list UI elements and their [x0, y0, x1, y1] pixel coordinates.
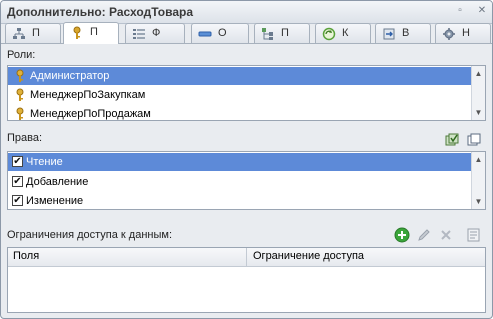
tab-strip: П П Ф О П К В Н	[5, 22, 492, 45]
restrictions-label: Ограничения доступа к данным:	[7, 229, 173, 241]
form-icon	[133, 29, 145, 39]
list-item[interactable]: ✔ Чтение	[8, 153, 472, 171]
window-title: Дополнительно: РасходТовара	[7, 5, 194, 19]
rights-label: Права:	[7, 132, 43, 144]
close-icon[interactable]: ✕	[475, 4, 489, 18]
checkbox[interactable]: ✔	[12, 195, 23, 206]
tab-rights[interactable]: П	[63, 22, 119, 44]
import-icon	[383, 28, 395, 40]
roles-label: Роли:	[7, 49, 36, 61]
role-name: Администратор	[30, 70, 110, 82]
edit-pencil-icon[interactable]	[416, 227, 432, 243]
tab-settings[interactable]: Н	[435, 23, 491, 43]
tab-input-by-string[interactable]: В	[375, 23, 431, 43]
constructor-icon[interactable]	[466, 227, 482, 243]
list-item[interactable]: МенеджерПоЗакупкам	[8, 86, 472, 104]
delete-icon[interactable]	[438, 227, 454, 243]
right-name: Изменение	[26, 195, 84, 207]
tab-label: П	[32, 27, 40, 39]
list-item[interactable]: ✔ Добавление	[8, 173, 472, 191]
tab-tree[interactable]: П	[254, 23, 310, 43]
column-header-fields[interactable]: Поля	[13, 250, 39, 262]
roles-scrollbar[interactable]: ▲ ▼	[471, 66, 485, 120]
list-item[interactable]: ✔ Изменение	[8, 192, 472, 209]
uncheck-all-icon[interactable]	[467, 131, 483, 147]
key-icon	[16, 69, 24, 82]
scroll-down-arrow-icon[interactable]: ▼	[474, 108, 483, 117]
scroll-down-arrow-icon[interactable]: ▼	[474, 197, 483, 206]
tab-subsystems[interactable]: П	[5, 23, 61, 43]
table-header: Поля Ограничение доступа	[8, 248, 485, 267]
tab-label: К	[342, 27, 349, 39]
column-header-restriction[interactable]: Ограничение доступа	[253, 250, 364, 262]
scroll-up-arrow-icon[interactable]: ▲	[474, 69, 483, 78]
tab-label: О	[218, 27, 227, 39]
pin-icon[interactable]: ▫	[453, 4, 467, 18]
tab-input[interactable]: О	[191, 23, 249, 43]
tree-icon	[262, 28, 273, 40]
list-item[interactable]: Администратор	[8, 67, 472, 85]
tab-label: П	[281, 27, 289, 39]
list-item[interactable]: МенеджерПоПродажам	[8, 105, 472, 120]
rights-list[interactable]: ✔ Чтение ✔ Добавление ✔ Изменение ▲ ▼	[7, 151, 486, 210]
scroll-up-arrow-icon[interactable]: ▲	[474, 155, 483, 164]
tab-label: Н	[462, 27, 470, 39]
checkbox[interactable]: ✔	[12, 156, 23, 167]
refresh-icon	[322, 27, 336, 41]
check-all-icon[interactable]	[445, 131, 461, 147]
key-icon	[16, 107, 24, 120]
right-name: Чтение	[26, 156, 63, 168]
settings-gear-icon	[443, 28, 455, 40]
title-bar: Дополнительно: РасходТовара ▫ ✕	[1, 1, 492, 24]
role-name: МенеджерПоПродажам	[30, 108, 151, 120]
key-icon	[16, 88, 24, 101]
tab-label: Ф	[152, 27, 161, 39]
add-icon[interactable]	[394, 227, 410, 243]
key-icon	[73, 26, 81, 39]
hierarchy-icon	[13, 28, 25, 39]
dialog-window: Дополнительно: РасходТовара ▫ ✕ П П Ф О …	[0, 0, 493, 319]
checkbox[interactable]: ✔	[12, 176, 23, 187]
tab-commands[interactable]: К	[315, 23, 371, 43]
roles-list[interactable]: Администратор МенеджерПоЗакупкам Менедже…	[7, 65, 486, 121]
tab-label: В	[402, 27, 410, 39]
role-name: МенеджерПоЗакупкам	[30, 89, 146, 101]
rights-scrollbar[interactable]: ▲ ▼	[471, 152, 485, 209]
column-divider[interactable]	[246, 248, 247, 266]
tab-label: П	[90, 26, 98, 38]
restrictions-table[interactable]: Поля Ограничение доступа	[7, 247, 486, 313]
right-name: Добавление	[26, 176, 89, 188]
tab-forms[interactable]: Ф	[125, 23, 185, 43]
input-field-icon	[198, 31, 212, 37]
